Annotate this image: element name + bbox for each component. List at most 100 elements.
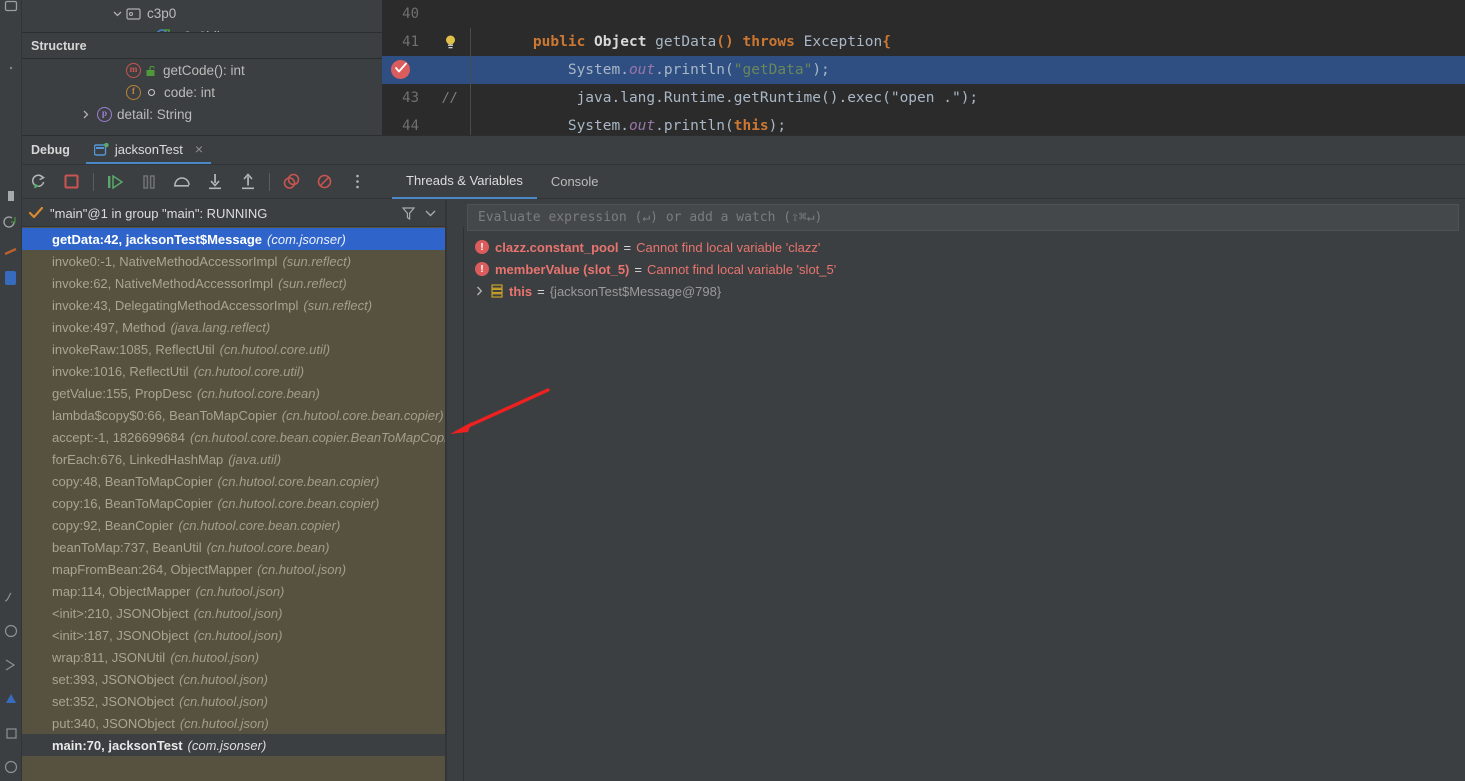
structure-item-detail[interactable]: p detail: String — [22, 103, 382, 125]
commit-icon[interactable] — [1, 186, 21, 206]
frame-method: set:393, JSONObject — [52, 672, 174, 687]
structure-title-text: Structure — [31, 39, 87, 53]
frame-package: (cn.hutool.core.bean) — [197, 386, 320, 401]
structure-item-code[interactable]: f code: int — [22, 81, 382, 103]
build-icon[interactable] — [1, 655, 21, 675]
breakpoint-icon[interactable] — [391, 60, 410, 79]
frame-row[interactable]: copy:16, BeanToMapCopier (cn.hutool.core… — [22, 492, 445, 514]
frame-row[interactable]: mapFromBean:264, ObjectMapper (cn.hutool… — [22, 558, 445, 580]
frame-package: (cn.hutool.core.bean.copier) — [282, 408, 444, 423]
tab-threads-and-variables[interactable]: Threads & Variables — [392, 165, 537, 199]
variable-row-this[interactable]: this = {jacksonTest$Message@798} — [450, 280, 1465, 302]
frame-package: (cn.hutool.json) — [179, 672, 268, 687]
step-into-button[interactable] — [202, 169, 227, 195]
chevron-right-icon[interactable] — [78, 107, 92, 121]
tab-label: Console — [551, 174, 599, 189]
structure-item-getcode[interactable]: m getCode(): int — [22, 59, 382, 81]
run-config-icon — [94, 143, 109, 156]
frame-row[interactable]: wrap:811, JSONUtil (cn.hutool.json) — [22, 646, 445, 668]
fold-gutter[interactable] — [470, 56, 484, 84]
filter-icon[interactable] — [402, 207, 415, 220]
services-icon[interactable] — [1, 621, 21, 641]
terminal-icon[interactable] — [1, 587, 21, 607]
fold-gutter[interactable] — [470, 84, 484, 112]
more-options-button[interactable] — [345, 169, 370, 195]
frame-row[interactable]: forEach:676, LinkedHashMap (java.util) — [22, 448, 445, 470]
frame-row[interactable]: beanToMap:737, BeanUtil (cn.hutool.core.… — [22, 536, 445, 558]
stop-button[interactable] — [59, 169, 84, 195]
tab-console[interactable]: Console — [537, 165, 613, 199]
frame-package: (sun.reflect) — [278, 276, 347, 291]
frame-row[interactable]: getValue:155, PropDesc (cn.hutool.core.b… — [22, 382, 445, 404]
mute-breakpoints-button[interactable] — [279, 169, 304, 195]
method-kind-icon: m — [126, 63, 141, 78]
frame-row[interactable]: set:393, JSONObject (cn.hutool.json) — [22, 668, 445, 690]
variables-list[interactable]: ! clazz.constant_pool = Cannot find loca… — [447, 236, 1465, 781]
notifications-icon[interactable] — [1, 723, 21, 743]
chevron-down-icon[interactable] — [110, 6, 124, 20]
frame-row[interactable]: accept:-1, 1826699684 (cn.hutool.core.be… — [22, 426, 445, 448]
debug-panel-title: Debug — [22, 136, 86, 164]
chevron-right-icon[interactable] — [475, 286, 491, 296]
bookmarks-icon[interactable] — [1, 58, 21, 78]
chevron-down-icon[interactable] — [425, 209, 436, 217]
frame-row[interactable]: map:114, ObjectMapper (cn.hutool.json) — [22, 580, 445, 602]
intention-bulb-icon[interactable] — [444, 34, 457, 50]
frame-package: (com.jsonser) — [188, 738, 267, 753]
frame-row-selected[interactable]: getData:42, jacksonTest$Message (com.jso… — [22, 228, 445, 250]
structure-item-label: code: int — [164, 85, 215, 100]
step-over-button[interactable] — [169, 169, 194, 195]
tab-label: Threads & Variables — [406, 173, 523, 188]
code-text: System.out.println(this); — [484, 118, 786, 134]
variable-value: Cannot find local variable 'clazz' — [636, 240, 820, 255]
debug-tool-icon[interactable] — [1, 268, 21, 288]
frame-row[interactable]: invokeRaw:1085, ReflectUtil (cn.hutool.c… — [22, 338, 445, 360]
variable-row-clazz-constant-pool[interactable]: ! clazz.constant_pool = Cannot find loca… — [450, 236, 1465, 258]
resume-button[interactable] — [103, 169, 128, 195]
thread-selector[interactable]: "main"@1 in group "main": RUNNING — [22, 200, 445, 227]
frame-row[interactable]: invoke:43, DelegatingMethodAccessorImpl … — [22, 294, 445, 316]
help-icon[interactable] — [1, 757, 21, 777]
call-stack-frames-list[interactable]: getData:42, jacksonTest$Message (com.jso… — [22, 227, 445, 781]
frame-row[interactable]: invoke:1016, ReflectUtil (cn.hutool.core… — [22, 360, 445, 382]
fold-gutter[interactable] — [470, 112, 484, 135]
frame-package: (cn.hutool.core.bean.copier) — [217, 474, 379, 489]
thread-bar-actions — [402, 207, 445, 220]
frame-row[interactable]: invoke:497, Method (java.lang.reflect) — [22, 316, 445, 338]
code-editor[interactable]: 40 41 public Object getData() throws Exc… — [382, 0, 1465, 135]
step-out-button[interactable] — [235, 169, 260, 195]
frame-row-own-code[interactable]: main:70, jacksonTest (com.jsonser) — [22, 734, 445, 756]
editor-line: 40 — [382, 0, 1465, 28]
frame-row[interactable]: copy:92, BeanCopier (cn.hutool.core.bean… — [22, 514, 445, 536]
database-icon[interactable] — [1, 689, 21, 709]
variable-value: {jacksonTest$Message@798} — [550, 284, 721, 299]
pull-requests-icon[interactable] — [1, 212, 21, 232]
problems-icon[interactable] — [1, 242, 21, 262]
view-breakpoints-button[interactable] — [312, 169, 337, 195]
frame-row[interactable]: invoke:62, NativeMethodAccessorImpl (sun… — [22, 272, 445, 294]
frame-package: (cn.hutool.json) — [196, 584, 285, 599]
tree-row-c3p0[interactable]: c3p0 — [22, 0, 382, 26]
code-text: public Object getData() throws Exception… — [484, 34, 891, 50]
rerun-button[interactable] — [26, 169, 51, 195]
frame-row[interactable]: lambda$copy$0:66, BeanToMapCopier (cn.hu… — [22, 404, 445, 426]
variable-row-membervalue[interactable]: ! memberValue (slot_5) = Cannot find loc… — [450, 258, 1465, 280]
frame-row[interactable]: set:352, JSONObject (cn.hutool.json) — [22, 690, 445, 712]
fold-gutter — [470, 0, 484, 28]
structure-list: m getCode(): int f code: int p detail: S… — [22, 59, 382, 135]
pause-button[interactable] — [136, 169, 161, 195]
close-icon[interactable]: × — [195, 141, 203, 157]
evaluate-expression-input[interactable]: Evaluate expression (↵) or add a watch (… — [467, 204, 1459, 231]
frames-column: "main"@1 in group "main": RUNNING getDat… — [22, 200, 445, 781]
frame-row[interactable]: <init>:187, JSONObject (cn.hutool.json) — [22, 624, 445, 646]
fold-gutter[interactable] — [470, 28, 484, 56]
variable-name: memberValue (slot_5) — [495, 262, 629, 277]
frame-method: invoke:497, Method — [52, 320, 165, 335]
frame-row[interactable]: put:340, JSONObject (cn.hutool.json) — [22, 712, 445, 734]
frame-row[interactable]: <init>:210, JSONObject (cn.hutool.json) — [22, 602, 445, 624]
frame-row[interactable]: copy:48, BeanToMapCopier (cn.hutool.core… — [22, 470, 445, 492]
frame-row[interactable]: invoke0:-1, NativeMethodAccessorImpl (su… — [22, 250, 445, 272]
run-configuration-tab[interactable]: jacksonTest × — [86, 136, 211, 164]
project-icon[interactable] — [1, 0, 21, 16]
variables-column: Evaluate expression (↵) or add a watch (… — [447, 200, 1465, 781]
